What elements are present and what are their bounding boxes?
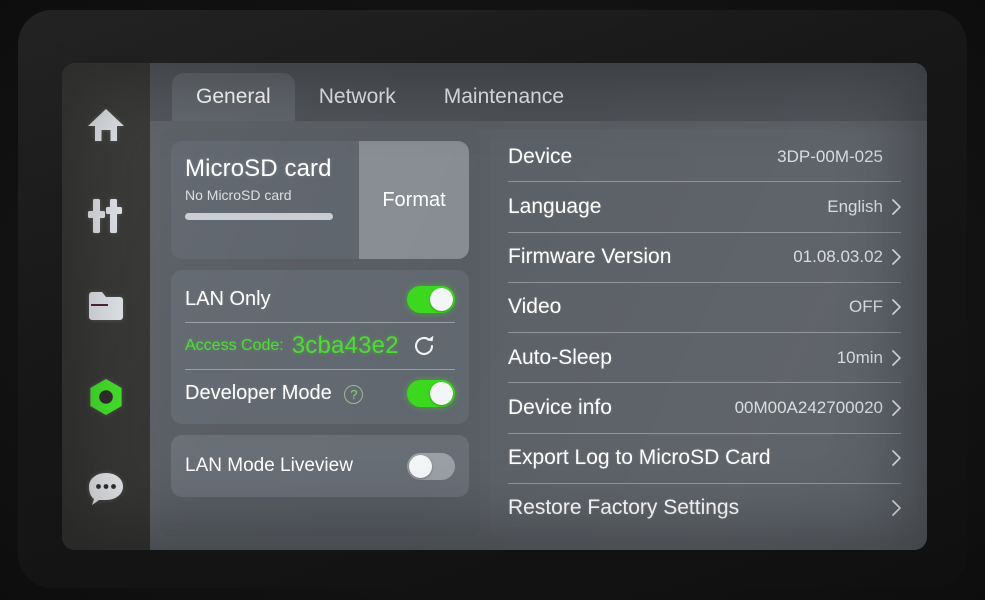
list-item-device-info[interactable]: Device info 00M00A242700020 xyxy=(508,383,901,434)
content-area: General Network Maintenance MicroSD card… xyxy=(150,63,927,550)
access-code-row: Access Code: 3cba43e2 xyxy=(185,323,455,369)
row-label: Device info xyxy=(508,395,612,419)
row-label: Device xyxy=(508,144,573,168)
lan-only-toggle[interactable] xyxy=(407,285,455,313)
row-value: 00M00A242700020 xyxy=(734,397,883,417)
microsd-title: MicroSD card xyxy=(185,155,332,182)
list-item-video[interactable]: Video OFF xyxy=(508,283,901,333)
sidebar-item-settings[interactable] xyxy=(75,369,137,426)
microsd-status: No MicroSD card xyxy=(185,187,292,203)
home-icon xyxy=(86,107,126,143)
left-panel: MicroSD card No MicroSD card Format LAN … xyxy=(160,129,480,536)
row-label: Firmware Version xyxy=(508,245,672,269)
access-code-label: Access Code: xyxy=(185,337,284,354)
toggle-knob xyxy=(430,381,453,405)
microsd-card: MicroSD card No MicroSD card Format xyxy=(171,141,469,259)
panels-row: MicroSD card No MicroSD card Format LAN … xyxy=(150,121,927,550)
hex-nut-icon xyxy=(86,377,126,417)
row-value: OFF xyxy=(849,297,883,317)
developer-mode-row: Developer Mode ? xyxy=(185,370,455,416)
chevron-right-icon xyxy=(892,400,901,416)
developer-mode-label: Developer Mode xyxy=(185,381,332,404)
lan-mode-liveview-toggle[interactable] xyxy=(407,452,455,480)
format-button[interactable]: Format xyxy=(359,141,469,259)
developer-mode-label-wrap: Developer Mode ? xyxy=(185,381,364,405)
tab-general[interactable]: General xyxy=(172,73,295,121)
row-value: 01.08.03.02 xyxy=(793,247,883,267)
developer-mode-toggle[interactable] xyxy=(407,379,455,407)
lan-mode-liveview-label: LAN Mode Liveview xyxy=(185,455,353,476)
row-label: Restore Factory Settings xyxy=(508,496,740,520)
chevron-right-icon xyxy=(892,450,901,466)
toggle-knob xyxy=(409,454,432,478)
list-item-language[interactable]: Language English xyxy=(508,182,901,233)
tab-bar: General Network Maintenance xyxy=(150,63,927,121)
row-value-group: 3DP-00M-025 xyxy=(777,147,901,167)
row-label: Auto-Sleep xyxy=(508,345,612,369)
lan-only-row: LAN Only xyxy=(185,276,455,322)
chevron-right-icon xyxy=(892,500,901,517)
chevron-right-icon xyxy=(892,299,901,316)
row-value-group: 01.08.03.02 xyxy=(793,247,901,267)
row-value-group xyxy=(883,500,901,517)
sidebar-item-files[interactable] xyxy=(75,278,137,335)
list-item-device[interactable]: Device 3DP-00M-025 xyxy=(508,132,901,183)
chevron-right-icon xyxy=(892,249,901,265)
row-value: English xyxy=(827,196,883,216)
toggle-knob xyxy=(430,287,453,311)
sidebar-item-messages[interactable] xyxy=(75,459,137,516)
list-item-auto-sleep[interactable]: Auto-Sleep 10min xyxy=(508,333,901,384)
settings-list: Device 3DP-00M-025 Language English Firm… xyxy=(490,129,917,536)
folder-icon xyxy=(87,291,125,322)
access-code-value: 3cba43e2 xyxy=(291,332,399,359)
tab-maintenance[interactable]: Maintenance xyxy=(420,73,588,121)
row-label: Language xyxy=(508,194,602,218)
refresh-icon[interactable] xyxy=(411,333,437,359)
chevron-right-icon xyxy=(892,199,901,215)
sidebar-item-home[interactable] xyxy=(75,97,137,154)
sliders-icon xyxy=(87,197,125,235)
row-value-group: 00M00A242700020 xyxy=(735,398,901,418)
row-value: 3DP-00M-025 xyxy=(777,146,883,166)
row-label: Export Log to MicroSD Card xyxy=(508,446,771,470)
device-screen: General Network Maintenance MicroSD card… xyxy=(62,63,927,550)
chevron-right-icon xyxy=(892,349,901,366)
row-value: 10min xyxy=(836,347,883,367)
sidebar xyxy=(62,63,150,550)
left-panel-spacer xyxy=(171,508,469,524)
device-photo: General Network Maintenance MicroSD card… xyxy=(0,0,985,600)
chat-bubble-icon xyxy=(87,471,125,505)
lan-mode-liveview-card: LAN Mode Liveview xyxy=(171,435,469,497)
help-circle-icon[interactable]: ? xyxy=(344,384,364,404)
microsd-info: MicroSD card No MicroSD card xyxy=(171,141,359,259)
row-value-group xyxy=(883,450,901,466)
sidebar-item-controls[interactable] xyxy=(75,188,137,245)
microsd-capacity-bar xyxy=(185,213,333,220)
row-label: Video xyxy=(508,295,562,319)
list-item-firmware-version[interactable]: Firmware Version 01.08.03.02 xyxy=(508,233,901,283)
lan-only-label: LAN Only xyxy=(185,287,271,310)
row-value-group: OFF xyxy=(849,297,901,317)
lan-only-card: LAN Only Access Code: 3cba43e2 Developer… xyxy=(171,270,469,424)
list-item-restore-factory-settings[interactable]: Restore Factory Settings xyxy=(508,484,901,533)
row-value-group: 10min xyxy=(837,348,901,368)
list-item-export-log[interactable]: Export Log to MicroSD Card xyxy=(508,434,901,484)
row-value-group: English xyxy=(827,197,901,217)
tab-network[interactable]: Network xyxy=(295,73,420,121)
